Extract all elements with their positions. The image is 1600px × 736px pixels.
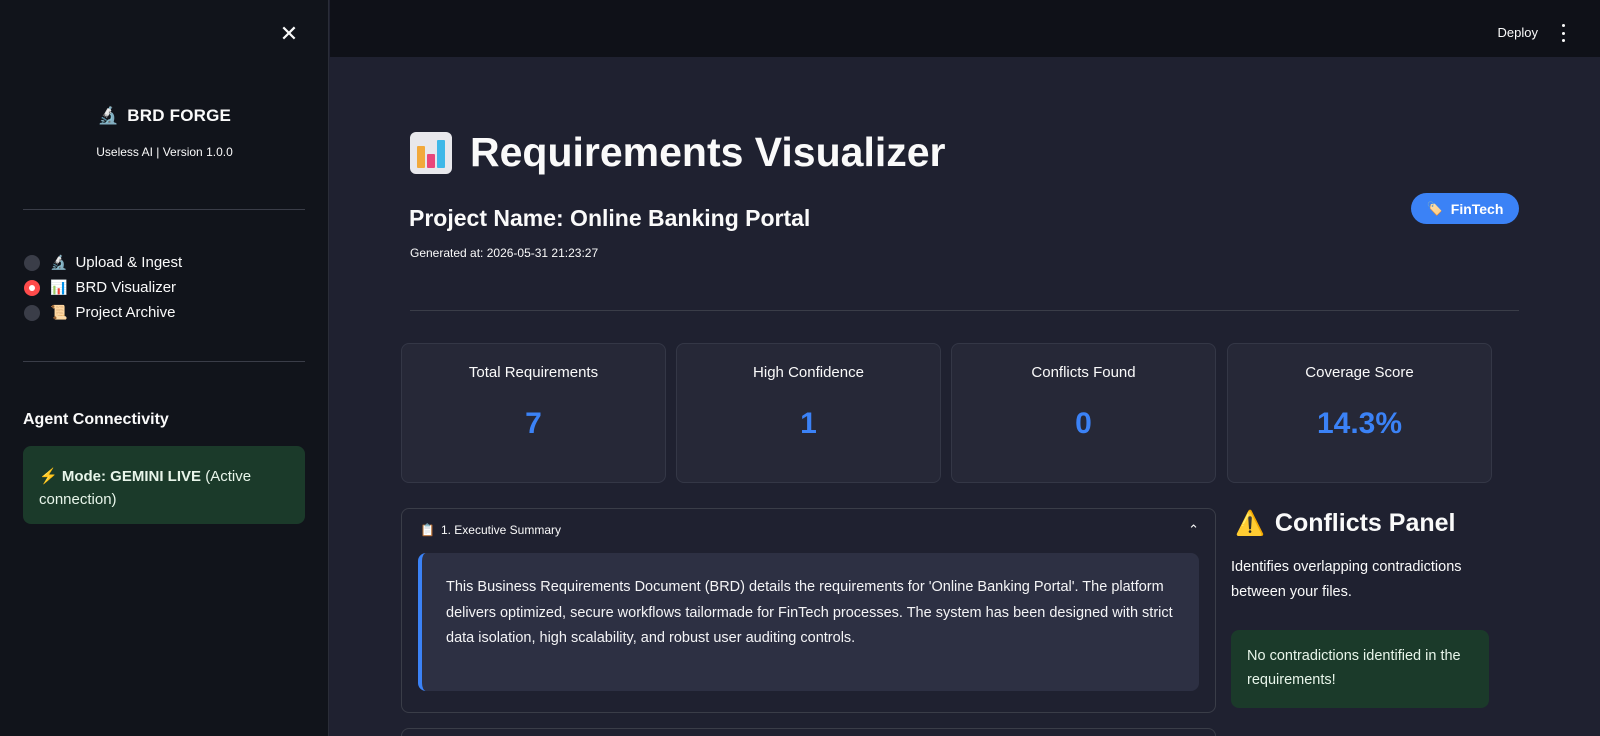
brand: 🔬 BRD FORGE Useless AI | Version 1.0.0: [0, 106, 329, 159]
brand-title: 🔬 BRD FORGE: [0, 106, 329, 126]
agent-status-box: ⚡ Mode: GEMINI LIVE (Active connection): [23, 446, 305, 524]
metric-value: 0: [1075, 407, 1092, 440]
close-sidebar-icon[interactable]: ✕: [278, 24, 300, 46]
nav-item-brd-visualizer[interactable]: 📊 BRD Visualizer: [24, 275, 182, 300]
metric-card-high-confidence: High Confidence 1: [676, 343, 941, 483]
nav-item-label: BRD Visualizer: [75, 279, 177, 296]
kebab-menu-icon[interactable]: [1558, 24, 1568, 42]
brand-name: BRD FORGE: [127, 106, 232, 125]
bar-chart-icon: [410, 131, 452, 174]
page-title-text: Requirements Visualizer: [470, 129, 946, 175]
metric-card-coverage-score: Coverage Score 14.3%: [1227, 343, 1492, 483]
clipboard-icon: 📋: [420, 523, 435, 537]
metric-value: 1: [800, 407, 817, 440]
industry-badge: 🏷️ FinTech: [1411, 193, 1519, 224]
scroll-icon: 📜: [50, 304, 68, 320]
conflicts-panel-title: Conflicts Panel: [1274, 509, 1456, 537]
radio-button-selected[interactable]: [24, 279, 40, 296]
bar-chart-icon: 📊: [50, 279, 68, 295]
sidebar: ✕ 🔬 BRD FORGE Useless AI | Version 1.0.0 …: [0, 0, 329, 736]
metric-label: Conflicts Found: [1031, 364, 1136, 381]
conflicts-status-box: No contradictions identified in the requ…: [1231, 630, 1489, 708]
microscope-icon: 🔬: [97, 106, 120, 125]
radio-button[interactable]: [24, 254, 40, 271]
conflicts-description: Identifies overlapping contradictions be…: [1231, 559, 1462, 600]
main-divider: [410, 310, 1519, 311]
radio-button[interactable]: [24, 304, 40, 321]
executive-summary-header[interactable]: 📋 1. Executive Summary ⌃: [402, 509, 1215, 551]
chevron-up-icon[interactable]: ⌃: [1188, 523, 1199, 538]
sidebar-divider: [23, 361, 305, 362]
next-section-expander[interactable]: [401, 728, 1216, 736]
project-name: Project Name: Online Banking Portal: [409, 205, 811, 231]
lightning-icon: ⚡: [39, 468, 58, 485]
nav-item-label: Upload & Ingest: [75, 254, 183, 271]
metric-card-conflicts-found: Conflicts Found 0: [951, 343, 1216, 483]
deploy-button[interactable]: Deploy: [1498, 25, 1538, 40]
nav-item-upload-ingest[interactable]: 🔬 Upload & Ingest: [24, 250, 182, 275]
microscope-icon: 🔬: [50, 254, 68, 270]
generated-timestamp: Generated at: 2026-05-31 21:23:27: [410, 246, 599, 260]
agent-mode: Mode: GEMINI LIVE: [61, 468, 202, 485]
warning-icon: ⚠️: [1235, 510, 1265, 537]
executive-summary-body: This Business Requirements Document (BRD…: [418, 553, 1199, 691]
nav-item-label: Project Archive: [75, 304, 176, 321]
executive-summary-title: 1. Executive Summary: [440, 523, 561, 537]
metric-label: Coverage Score: [1305, 364, 1414, 381]
top-header: Deploy: [330, 0, 1600, 57]
agent-connectivity-heading: Agent Connectivity: [23, 411, 169, 428]
industry-badge-label: FinTech: [1450, 200, 1504, 217]
main-content: Requirements Visualizer Project Name: On…: [330, 57, 1600, 736]
metric-card-total-requirements: Total Requirements 7: [401, 343, 666, 483]
metric-value: 7: [525, 407, 542, 440]
brand-subtitle: Useless AI | Version 1.0.0: [96, 145, 233, 159]
metric-label: Total Requirements: [468, 364, 599, 381]
page-title: Requirements Visualizer: [410, 129, 945, 176]
nav-item-project-archive[interactable]: 📜 Project Archive: [24, 300, 182, 325]
sidebar-nav: 🔬 Upload & Ingest 📊 BRD Visualizer 📜 Pro…: [24, 250, 182, 325]
conflicts-panel-heading: ⚠️ Conflicts Panel: [1235, 509, 1455, 538]
metric-label: High Confidence: [753, 364, 864, 381]
metric-value: 14.3%: [1316, 407, 1403, 440]
tag-icon: 🏷️: [1426, 200, 1443, 216]
executive-summary-expander: 📋 1. Executive Summary ⌃ This Business R…: [401, 508, 1216, 713]
sidebar-divider: [23, 209, 305, 210]
